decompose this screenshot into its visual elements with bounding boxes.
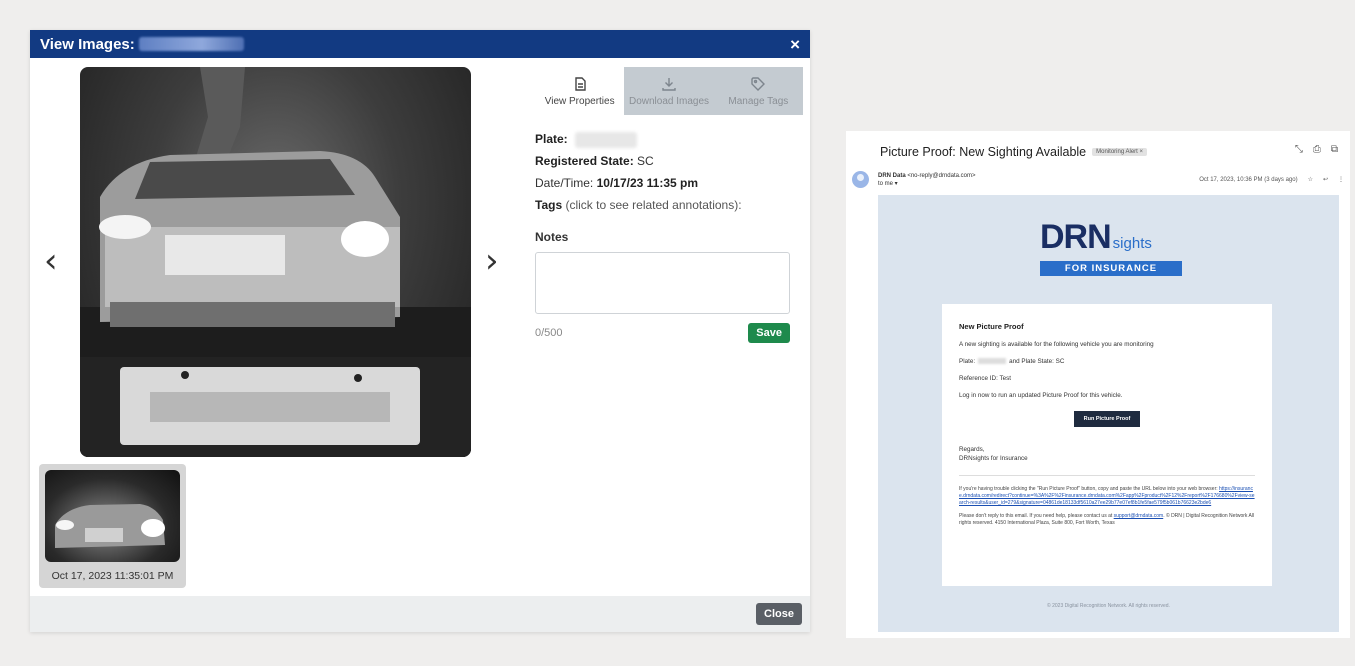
support-email-link[interactable]: support@drndata.com: [1114, 513, 1164, 519]
notes-footer: 0/500 Save: [535, 323, 790, 343]
notes-label: Notes: [535, 230, 569, 244]
plate-label: Plate:: [535, 132, 568, 146]
recipient[interactable]: to me ▾: [878, 180, 975, 188]
collapse-icon[interactable]: ⤡: [1295, 144, 1303, 155]
email-date: Oct 17, 2023, 10:36 PM (3 days ago): [1199, 176, 1298, 183]
tab-label: View Properties: [544, 95, 615, 107]
email-actions: ⤡ ⎙ ⧉: [1295, 144, 1338, 155]
tags-label: Tags: [535, 198, 563, 212]
thumbnail-timestamp: Oct 17, 2023 11:35:01 PM: [51, 570, 174, 582]
email-meta: Oct 17, 2023, 10:36 PM (3 days ago) ☆ ↩ …: [1199, 176, 1344, 184]
plate-suffix: and Plate State: SC: [1009, 358, 1065, 365]
sender-row: DRN Data <no-reply@drndata.com> to me ▾ …: [852, 171, 1344, 188]
print-icon[interactable]: ⎙: [1313, 144, 1321, 155]
thumbnail-photo: [45, 470, 180, 562]
contact-text: Please don't reply to this email. If you…: [959, 513, 1113, 519]
state-label: Registered State:: [535, 154, 634, 168]
plate-prefix: Plate:: [959, 358, 976, 365]
sender-email: <no-reply@drndata.com>: [907, 172, 976, 179]
label-badge[interactable]: Monitoring Alert ×: [1092, 148, 1147, 156]
email-card: New Picture Proof A new sighting is avai…: [942, 304, 1272, 586]
logo-drn: DRN: [1040, 218, 1112, 256]
tab-label: Manage Tags: [728, 95, 789, 107]
notes-textarea[interactable]: [535, 252, 790, 314]
tag-icon: [751, 76, 766, 91]
run-picture-proof-button[interactable]: Run Picture Proof: [1073, 411, 1141, 427]
modal-header: View Images: ×: [30, 30, 810, 58]
datetime-label: Date/Time:: [535, 176, 594, 190]
trouble-text-block: If you're having trouble clicking the "R…: [959, 486, 1255, 507]
tab-view-properties[interactable]: View Properties: [535, 67, 625, 115]
drnsights-logo: DRN sights FOR INSURANCE: [1040, 220, 1182, 276]
regards: Regards, DRNsights for Insurance: [959, 445, 1255, 463]
card-title: New Picture Proof: [959, 322, 1024, 331]
state-value: SC: [637, 154, 654, 168]
plate-row: Plate:: [535, 128, 800, 150]
reply-icon[interactable]: ↩: [1323, 176, 1328, 183]
download-icon: [662, 77, 676, 91]
tags-row[interactable]: Tags (click to see related annotations):: [535, 194, 800, 216]
legal-block: Please don't reply to this email. If you…: [959, 513, 1255, 527]
email-body: DRN sights FOR INSURANCE New Picture Proo…: [878, 195, 1339, 632]
sender-name: DRN Data: [878, 172, 906, 179]
view-images-modal: View Images: × ‹ › Oct 17, 2023 11:35:01…: [30, 30, 810, 632]
redacted-vehicle-name: [138, 37, 244, 51]
star-icon[interactable]: ☆: [1308, 176, 1313, 183]
copyright: © 2023 Digital Recognition Network. All …: [1047, 603, 1170, 609]
modal-footer: Close: [30, 596, 810, 632]
divider: [959, 475, 1255, 476]
tab-manage-tags[interactable]: Manage Tags: [713, 67, 803, 115]
save-notes-button[interactable]: Save: [748, 323, 790, 343]
reference-text: Reference ID: Test: [959, 375, 1012, 382]
next-image-arrow-icon[interactable]: ›: [485, 244, 499, 278]
close-icon[interactable]: ×: [790, 36, 800, 53]
redacted-plate-value: [575, 131, 638, 148]
document-icon: [574, 76, 586, 91]
open-new-window-icon[interactable]: ⧉: [1331, 144, 1338, 155]
notes-character-counter: 0/500: [535, 327, 563, 339]
trouble-text: If you're having trouble clicking the "R…: [959, 486, 1218, 492]
tab-label: Download Images: [628, 95, 710, 107]
logo-bar: FOR INSURANCE: [1040, 261, 1182, 276]
plate-line: Plate: and Plate State: SC: [959, 358, 1255, 365]
close-button[interactable]: Close: [756, 603, 802, 625]
tags-hint: (click to see related annotations):: [565, 198, 742, 212]
sender-info: DRN Data <no-reply@drndata.com> to me ▾: [878, 172, 975, 188]
tab-download-images[interactable]: Download Images: [624, 67, 714, 115]
logo-sights: sights: [1112, 235, 1152, 252]
redacted-plate: [978, 358, 1007, 365]
email-preview: Picture Proof: New Sighting Available Mo…: [846, 131, 1350, 638]
datetime-row: Date/Time: 10/17/23 11:35 pm: [535, 172, 800, 194]
previous-image-arrow-icon[interactable]: ‹: [44, 244, 58, 278]
vehicle-photo: [80, 67, 471, 457]
email-subject-row: Picture Proof: New Sighting Available Mo…: [880, 145, 1147, 159]
login-text: Log in now to run an updated Picture Pro…: [959, 392, 1123, 399]
regards-line: Regards,: [959, 446, 985, 453]
state-row: Registered State: SC: [535, 150, 800, 172]
intro-text: A new sighting is available for the foll…: [959, 341, 1154, 348]
modal-title: View Images:: [40, 35, 135, 53]
image-thumbnail[interactable]: Oct 17, 2023 11:35:01 PM: [39, 464, 186, 588]
datetime-value: 10/17/23 11:35 pm: [596, 176, 699, 190]
signoff-line: DRNsights for Insurance: [959, 455, 1028, 462]
more-options-icon[interactable]: ⋮: [1338, 176, 1344, 183]
properties-panel: Plate: Registered State: SC Date/Time: 1…: [535, 128, 800, 343]
email-subject: Picture Proof: New Sighting Available: [880, 145, 1087, 159]
image-tabs: View Properties Download Images Manage T…: [535, 67, 803, 115]
sender-avatar: [852, 171, 869, 188]
